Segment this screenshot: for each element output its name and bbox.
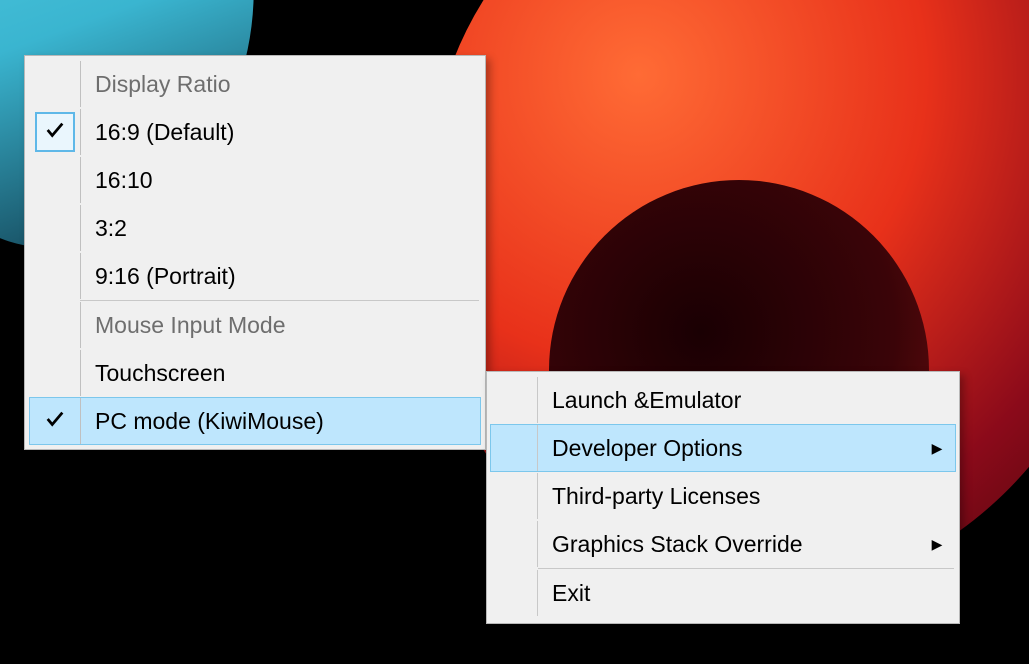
menu-item-label: Launch &Emulator — [538, 387, 919, 414]
section-header-display-ratio: Display Ratio — [29, 60, 481, 108]
menu-item-ratio-16-10[interactable]: 16:10 — [29, 156, 481, 204]
section-header-label: Display Ratio — [81, 71, 480, 98]
menu-item-label: Touchscreen — [81, 360, 480, 387]
menu-item-touchscreen[interactable]: Touchscreen — [29, 349, 481, 397]
submenu-arrow-icon: ▶ — [919, 440, 955, 457]
menu-item-label: PC mode (KiwiMouse) — [81, 408, 480, 435]
main-context-menu: Launch &Emulator Developer Options ▶ Thi… — [486, 371, 960, 624]
section-header-mouse-input: Mouse Input Mode — [29, 301, 481, 349]
menu-item-label: Third-party Licenses — [538, 483, 919, 510]
menu-item-third-party-licenses[interactable]: Third-party Licenses — [490, 472, 956, 520]
check-icon — [35, 112, 75, 152]
menu-item-label: 9:16 (Portrait) — [81, 263, 480, 290]
menu-item-label: Exit — [538, 580, 919, 607]
menu-item-pc-mode[interactable]: PC mode (KiwiMouse) — [29, 397, 481, 445]
submenu-arrow-icon: ▶ — [919, 536, 955, 553]
menu-item-developer-options[interactable]: Developer Options ▶ — [490, 424, 956, 472]
menu-item-ratio-3-2[interactable]: 3:2 — [29, 204, 481, 252]
menu-item-graphics-stack-override[interactable]: Graphics Stack Override ▶ — [490, 520, 956, 568]
menu-item-label: Graphics Stack Override — [538, 531, 919, 558]
menu-item-label: 16:10 — [81, 167, 480, 194]
check-icon — [35, 401, 75, 441]
menu-item-label: 3:2 — [81, 215, 480, 242]
display-mouse-submenu: Display Ratio 16:9 (Default) 16:10 3:2 9… — [24, 55, 486, 450]
menu-item-launch-emulator[interactable]: Launch &Emulator — [490, 376, 956, 424]
menu-item-exit[interactable]: Exit — [490, 569, 956, 617]
menu-item-ratio-9-16[interactable]: 9:16 (Portrait) — [29, 252, 481, 300]
menu-item-ratio-16-9[interactable]: 16:9 (Default) — [29, 108, 481, 156]
section-header-label: Mouse Input Mode — [81, 312, 480, 339]
menu-item-label: 16:9 (Default) — [81, 119, 480, 146]
menu-item-label: Developer Options — [538, 435, 919, 462]
